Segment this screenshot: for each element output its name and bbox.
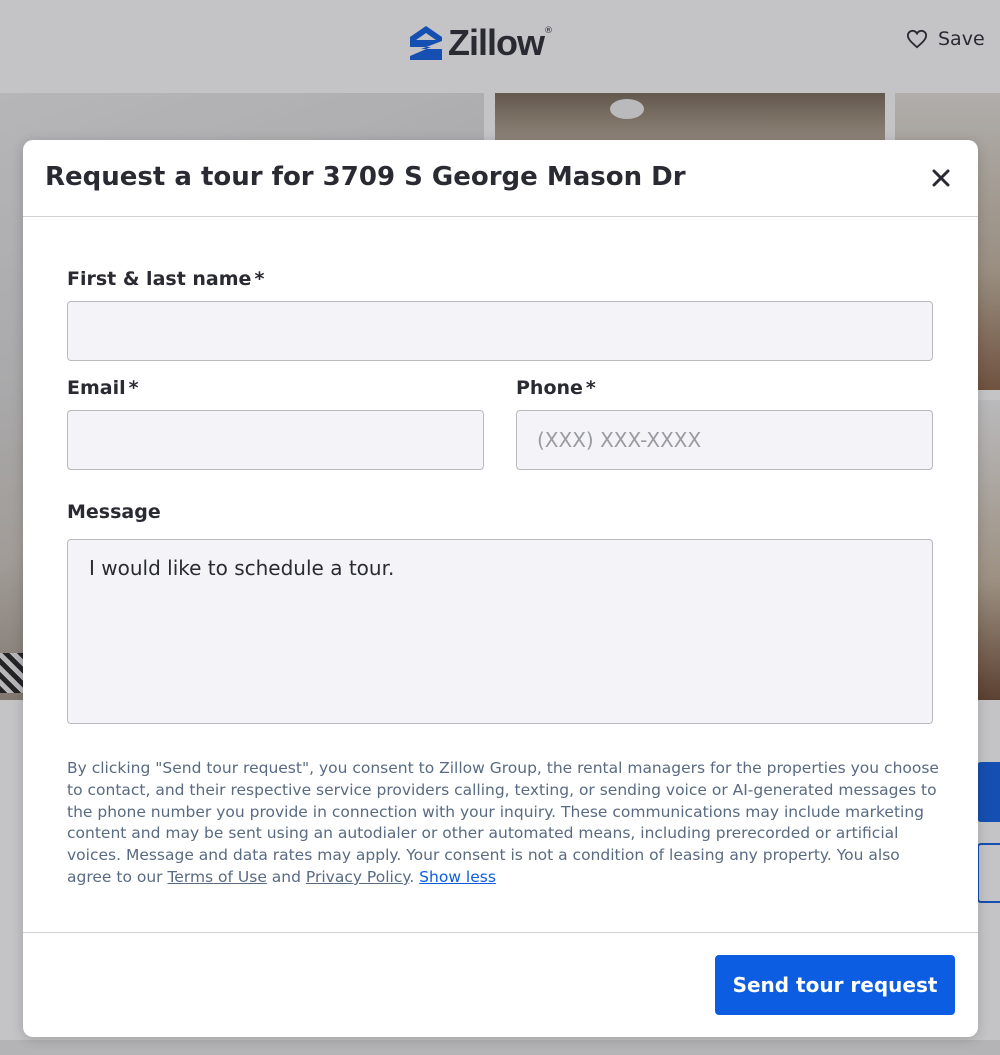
message-label: Message bbox=[67, 501, 161, 523]
privacy-policy-link[interactable]: Privacy Policy bbox=[306, 868, 409, 886]
terms-of-use-link[interactable]: Terms of Use bbox=[167, 868, 266, 886]
modal-header: Request a tour for 3709 S George Mason D… bbox=[23, 140, 978, 217]
modal-title: Request a tour for 3709 S George Mason D… bbox=[45, 162, 686, 192]
phone-input[interactable] bbox=[516, 410, 933, 470]
required-mark: * bbox=[128, 377, 139, 399]
message-textarea[interactable]: I would like to schedule a tour. bbox=[67, 539, 933, 724]
close-icon bbox=[932, 169, 950, 187]
name-label: First & last name * bbox=[67, 268, 265, 290]
phone-label: Phone * bbox=[516, 377, 596, 399]
consent-and: and bbox=[266, 867, 306, 886]
tour-request-modal: Request a tour for 3709 S George Mason D… bbox=[23, 140, 978, 1037]
close-button[interactable] bbox=[928, 165, 954, 191]
email-input[interactable] bbox=[67, 410, 484, 470]
required-mark: * bbox=[585, 377, 596, 399]
name-input[interactable] bbox=[67, 301, 933, 361]
footer-divider bbox=[23, 932, 978, 933]
consent-text: By clicking "Send tour request", you con… bbox=[67, 759, 939, 886]
show-less-link[interactable]: Show less bbox=[419, 868, 496, 886]
email-label: Email * bbox=[67, 377, 139, 399]
send-tour-request-button[interactable]: Send tour request bbox=[715, 955, 955, 1015]
consent-period: . bbox=[409, 867, 420, 886]
required-mark: * bbox=[254, 268, 265, 290]
consent-disclaimer: By clicking "Send tour request", you con… bbox=[67, 758, 947, 889]
